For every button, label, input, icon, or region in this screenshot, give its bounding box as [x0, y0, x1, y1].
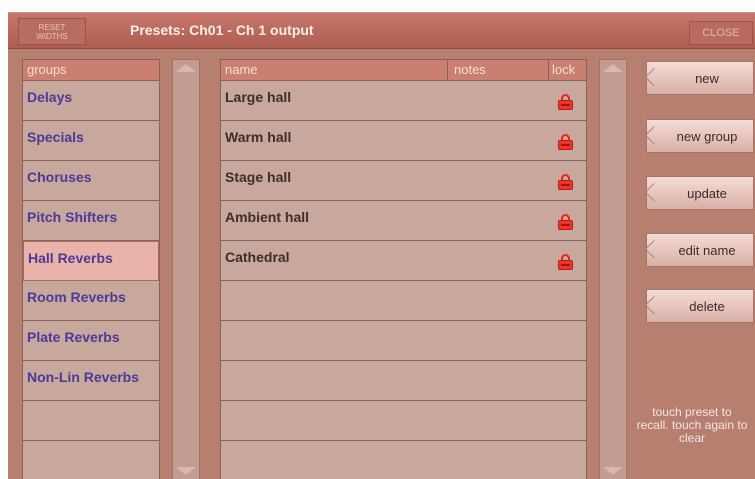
lock-icon[interactable] [558, 174, 573, 190]
chevron-left-icon [650, 180, 660, 206]
delete-button[interactable]: delete [646, 289, 754, 323]
lock-icon[interactable] [558, 134, 573, 150]
preset-row-empty[interactable] [221, 281, 586, 321]
preset-row[interactable]: Stage hall [221, 161, 586, 201]
chevron-left-icon [650, 237, 660, 263]
column-notes[interactable]: notes [447, 60, 486, 80]
new-group-button[interactable]: new group [646, 119, 754, 153]
preset-row-empty[interactable] [221, 361, 586, 401]
new-button[interactable]: new [646, 61, 754, 95]
reset-widths-button[interactable]: RESET WIDTHS [18, 18, 86, 45]
arrow-up-icon[interactable] [176, 64, 196, 72]
delete-button-label: delete [689, 299, 725, 314]
group-row-selected[interactable]: Hall Reverbs [23, 241, 159, 281]
preset-name: Cathedral [225, 249, 290, 265]
preset-row-empty[interactable] [221, 401, 586, 441]
preset-row-empty[interactable] [221, 441, 586, 479]
group-row-empty[interactable] [23, 441, 159, 479]
column-name[interactable]: name [225, 62, 258, 77]
lock-icon[interactable] [558, 254, 573, 270]
group-label: Pitch Shifters [27, 209, 118, 225]
presets-scrollbar[interactable] [599, 59, 627, 479]
update-button[interactable]: update [646, 176, 754, 210]
update-button-label: update [687, 186, 727, 201]
presets-list: name notes lock Large hall Warm hall Sta… [220, 59, 587, 479]
preset-row[interactable]: Ambient hall [221, 201, 586, 241]
group-label: Delays [27, 89, 73, 105]
close-button[interactable]: CLOSE [689, 21, 753, 45]
group-label: Non-Lin Reverbs [27, 369, 140, 385]
edit-name-button[interactable]: edit name [646, 233, 754, 267]
arrow-up-icon[interactable] [603, 64, 623, 72]
column-lock[interactable]: lock [548, 60, 575, 80]
preset-name: Warm hall [225, 129, 292, 145]
preset-row[interactable]: Cathedral [221, 241, 586, 281]
chevron-left-icon [650, 293, 660, 319]
group-label: Room Reverbs [27, 289, 126, 305]
group-label: Choruses [27, 169, 92, 185]
arrow-down-icon[interactable] [603, 467, 623, 475]
group-row[interactable]: Pitch Shifters [23, 201, 159, 241]
groups-scrollbar[interactable] [172, 59, 200, 479]
lock-icon[interactable] [558, 214, 573, 230]
group-label: Hall Reverbs [28, 250, 113, 266]
hint-text: touch preset to recall. touch again to c… [636, 405, 748, 445]
group-row[interactable]: Choruses [23, 161, 159, 201]
title-bar: RESET WIDTHS Presets: Ch01 - Ch 1 output… [8, 13, 755, 49]
edit-name-button-label: edit name [678, 243, 736, 258]
preset-name: Stage hall [225, 169, 292, 185]
groups-list: groups Delays Specials Choruses Pitch Sh… [22, 59, 160, 479]
group-row-empty[interactable] [23, 401, 159, 441]
groups-header: groups [23, 60, 159, 81]
preset-name: Large hall [225, 89, 292, 105]
preset-row[interactable]: Large hall [221, 81, 586, 121]
window-title: Presets: Ch01 - Ch 1 output [130, 22, 314, 38]
arrow-down-icon[interactable] [176, 467, 196, 475]
new-group-button-label: new group [676, 129, 738, 144]
group-label: Plate Reverbs [27, 329, 120, 345]
preset-row-empty[interactable] [221, 321, 586, 361]
group-row[interactable]: Delays [23, 81, 159, 121]
presets-header: name notes lock [221, 60, 586, 81]
chevron-left-icon [650, 123, 660, 149]
group-label: Specials [27, 129, 84, 145]
preset-name: Ambient hall [225, 209, 310, 225]
group-row[interactable]: Room Reverbs [23, 281, 159, 321]
group-row[interactable]: Non-Lin Reverbs [23, 361, 159, 401]
presets-window: RESET WIDTHS Presets: Ch01 - Ch 1 output… [8, 12, 755, 479]
preset-row[interactable]: Warm hall [221, 121, 586, 161]
chevron-left-icon [650, 65, 660, 91]
new-button-label: new [695, 71, 719, 86]
group-row[interactable]: Plate Reverbs [23, 321, 159, 361]
groups-header-label: groups [27, 62, 67, 77]
group-row[interactable]: Specials [23, 121, 159, 161]
lock-icon[interactable] [558, 94, 573, 110]
